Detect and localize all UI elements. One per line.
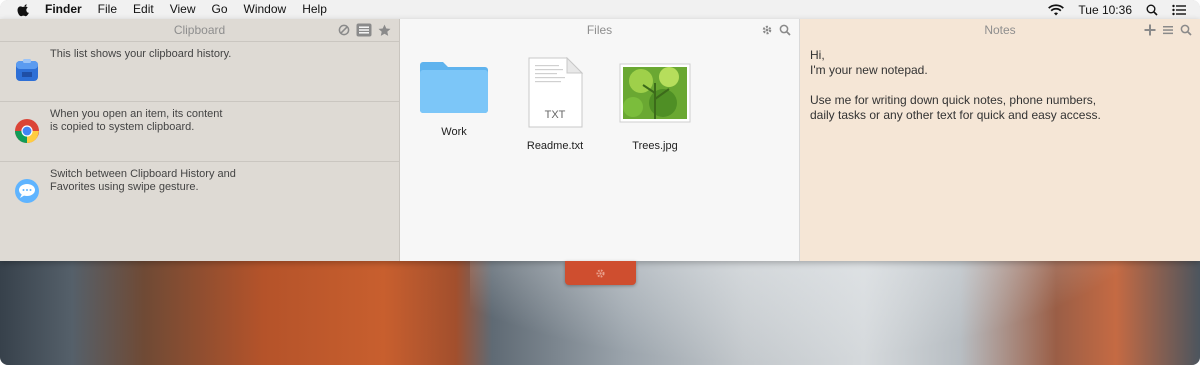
notes-tools bbox=[1138, 19, 1192, 41]
files-panel: Files Work TXT Readme.txt Trees.jpg bbox=[400, 19, 800, 261]
clipboard-item-text: Switch between Clipboard History and Fav… bbox=[50, 168, 236, 193]
favorites-star-icon[interactable] bbox=[378, 24, 391, 37]
notification-center-icon[interactable] bbox=[1172, 4, 1186, 16]
messages-icon bbox=[15, 179, 39, 203]
add-note-icon[interactable] bbox=[1144, 24, 1156, 36]
notes-textarea[interactable]: Hi, I'm your new notepad. Use me for wri… bbox=[810, 48, 1101, 123]
history-list-icon[interactable] bbox=[356, 23, 372, 37]
menu-go[interactable]: Go bbox=[212, 0, 228, 19]
files-header: Files bbox=[400, 19, 799, 41]
spotlight-search-icon[interactable] bbox=[1146, 4, 1158, 16]
clipboard-item[interactable]: Switch between Clipboard History and Fav… bbox=[0, 161, 399, 221]
pastebot-icon bbox=[16, 59, 38, 81]
menu-edit[interactable]: Edit bbox=[133, 0, 154, 19]
clipboard-item[interactable]: When you open an item, its content is co… bbox=[0, 101, 399, 161]
clipboard-item-text: When you open an item, its content is co… bbox=[50, 108, 223, 133]
files-title: Files bbox=[586, 23, 613, 37]
folder-icon bbox=[420, 62, 488, 113]
menu-clock[interactable]: Tue 10:36 bbox=[1078, 3, 1132, 17]
notes-header: Notes bbox=[800, 19, 1200, 41]
notes-panel: Notes Hi, I'm your new notepad. Use me f… bbox=[800, 19, 1200, 261]
clipboard-tools bbox=[332, 19, 391, 41]
clear-history-icon[interactable] bbox=[338, 24, 350, 36]
file-item-trees[interactable]: Trees.jpg bbox=[610, 57, 700, 152]
wifi-icon[interactable] bbox=[1048, 3, 1065, 16]
file-label: Work bbox=[441, 126, 467, 138]
notes-list-icon[interactable] bbox=[1162, 24, 1174, 36]
notes-search-icon[interactable] bbox=[1180, 24, 1192, 36]
menu-help[interactable]: Help bbox=[302, 0, 327, 19]
chrome-icon bbox=[14, 119, 39, 143]
menu-extras: Tue 10:36 bbox=[1034, 0, 1186, 19]
clipboard-title: Clipboard bbox=[173, 23, 226, 37]
clipboard-item[interactable]: This list shows your clipboard history. bbox=[0, 41, 399, 101]
settings-gear-icon[interactable] bbox=[595, 268, 606, 279]
menu-window[interactable]: Window bbox=[244, 0, 287, 19]
image-thumbnail-icon bbox=[619, 63, 691, 123]
apple-menu-icon[interactable] bbox=[17, 3, 31, 17]
gear-icon[interactable] bbox=[761, 24, 773, 36]
menu-bar: Finder File Edit View Go Window Help Tue… bbox=[0, 0, 1200, 20]
clipboard-panel: Clipboard This list shows your clipboard… bbox=[0, 19, 400, 261]
menu-file[interactable]: File bbox=[98, 0, 117, 19]
file-item-work[interactable]: Work bbox=[409, 57, 499, 138]
files-tools bbox=[755, 19, 791, 41]
file-label: Trees.jpg bbox=[632, 140, 678, 152]
clipboard-item-text: This list shows your clipboard history. bbox=[50, 48, 232, 60]
file-item-readme[interactable]: TXT Readme.txt bbox=[510, 56, 600, 152]
menu-view[interactable]: View bbox=[170, 0, 196, 19]
screen: Finder File Edit View Go Window Help Tue… bbox=[0, 0, 1200, 365]
search-icon[interactable] bbox=[779, 24, 791, 36]
clipboard-header: Clipboard bbox=[0, 19, 399, 41]
file-type-badge: TXT bbox=[544, 109, 566, 121]
file-label: Readme.txt bbox=[526, 140, 584, 152]
panel-handle[interactable] bbox=[565, 261, 636, 285]
menu-app-name[interactable]: Finder bbox=[45, 0, 82, 19]
notes-title: Notes bbox=[984, 23, 1016, 37]
unclutter-panels: Clipboard This list shows your clipboard… bbox=[0, 19, 1200, 261]
